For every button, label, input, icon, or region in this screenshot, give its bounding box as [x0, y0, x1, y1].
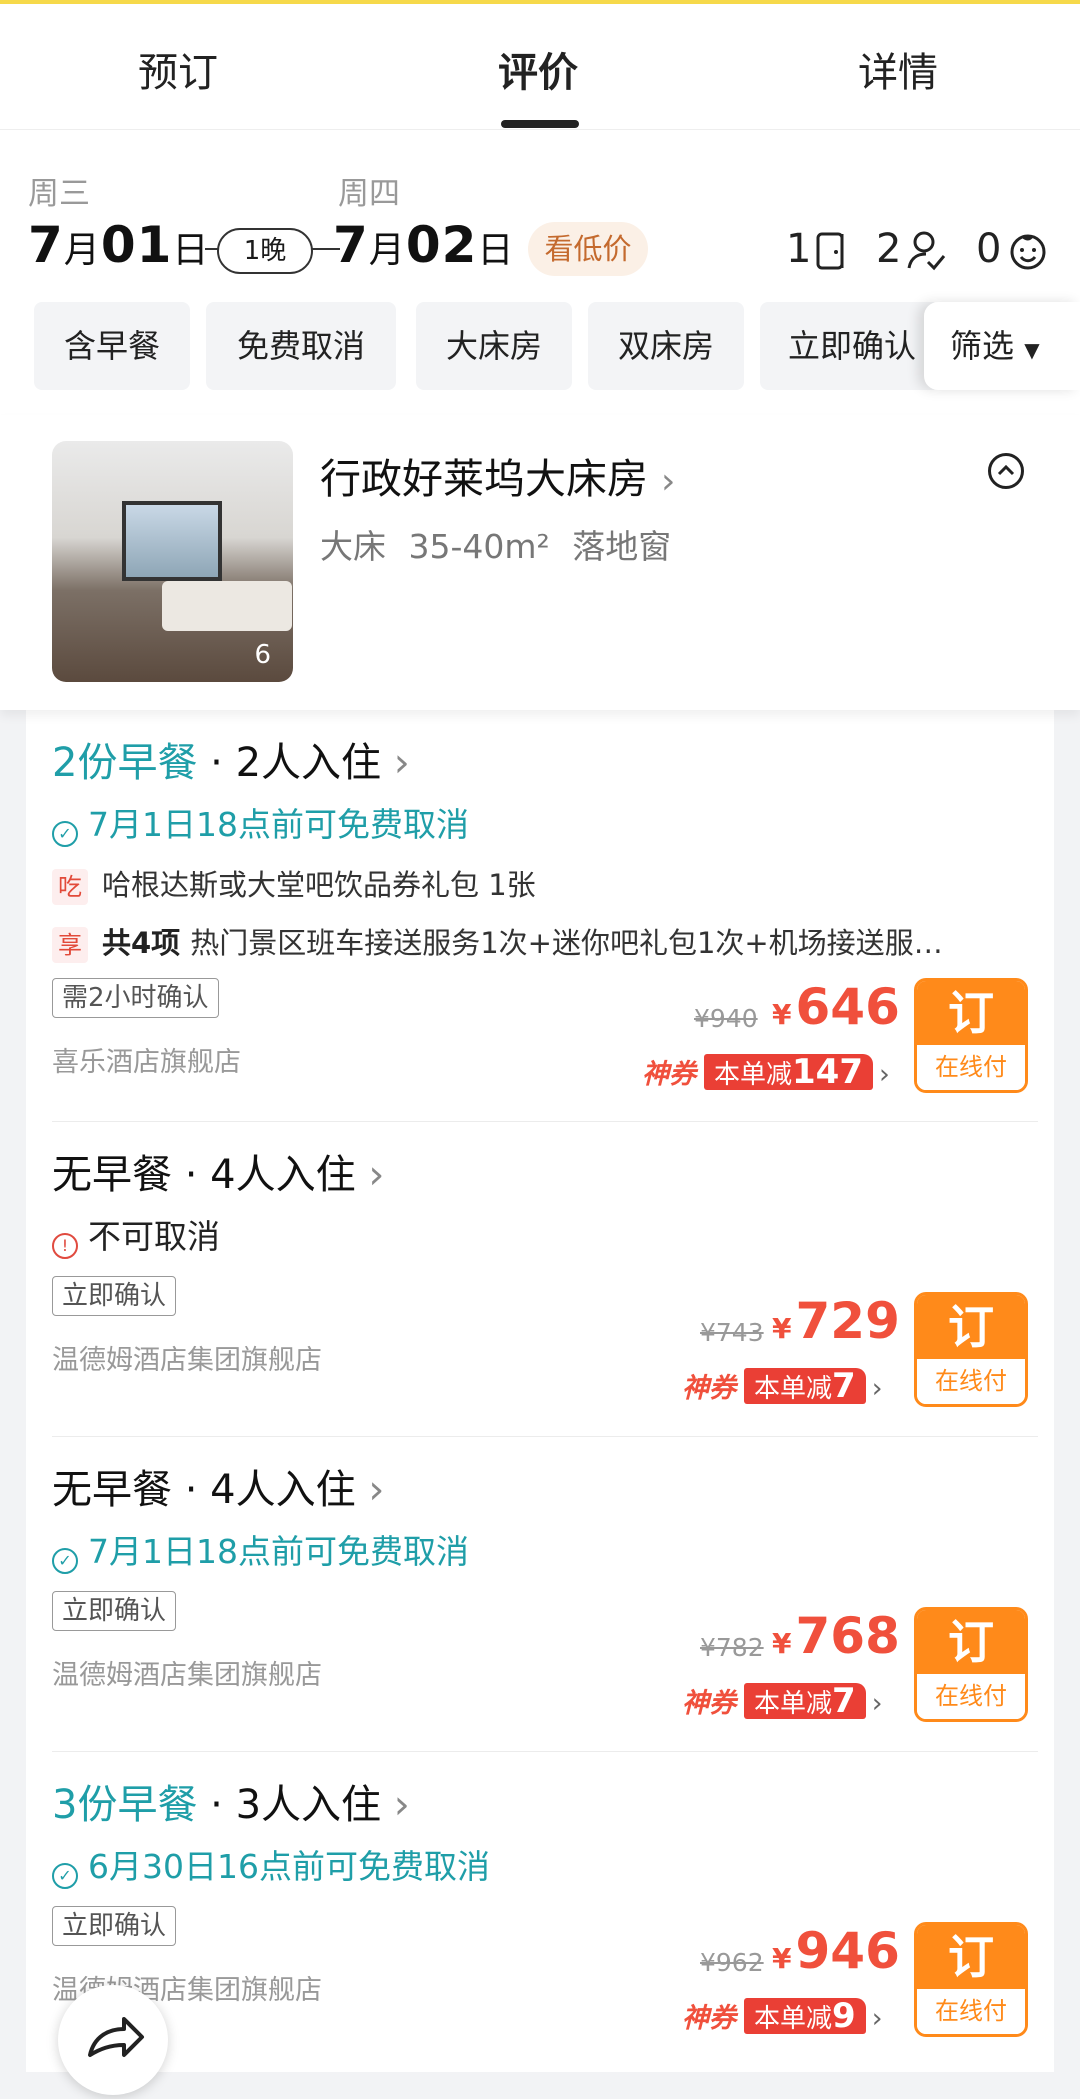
- coupon-discount[interactable]: 神券 本单减147 ›: [642, 1052, 890, 1091]
- offer-card[interactable]: 3份早餐 · 3人入住 › ✓ 6月30日16点前可免费取消 立即确认 温德姆酒店…: [26, 1752, 1054, 2067]
- room-header[interactable]: 6 行政好莱坞大床房 › 大床 35-40m² 落地窗: [0, 415, 1080, 710]
- chevron-right-icon: ›: [661, 461, 676, 502]
- chevron-right-icon: ›: [871, 1373, 883, 1404]
- book-button[interactable]: 订在线付: [914, 1292, 1028, 1407]
- share-button[interactable]: [58, 1985, 168, 2095]
- filter-king-bed[interactable]: 大床房: [416, 302, 572, 390]
- tab-reviews[interactable]: 评价: [498, 40, 578, 98]
- room-photo[interactable]: 6: [52, 441, 293, 682]
- chevron-right-icon: ›: [871, 1688, 883, 1719]
- book-button[interactable]: 订在线付: [914, 978, 1028, 1093]
- seller-name: 温德姆酒店集团旗舰店: [52, 1660, 322, 1691]
- offer-title[interactable]: 无早餐 · 4人入住 ›: [52, 1457, 384, 1515]
- chevron-right-icon: ›: [393, 1782, 410, 1828]
- seller-name: 喜乐酒店旗舰店: [52, 1047, 241, 1078]
- seller-name: 温德姆酒店集团旗舰店: [52, 1345, 322, 1376]
- checkin-date[interactable]: 7月01日: [28, 216, 209, 274]
- filter-twin-bed[interactable]: 双床房: [588, 302, 744, 390]
- cancel-policy: ✓ 6月30日16点前可免费取消: [52, 1840, 490, 1889]
- check-circle-icon: ✓: [52, 1863, 78, 1889]
- adult-count[interactable]: 2: [876, 226, 901, 272]
- collapse-icon[interactable]: [988, 453, 1024, 489]
- filter-button[interactable]: 筛选 ▼: [924, 302, 1080, 390]
- offer-title[interactable]: 3份早餐 · 3人入住 ›: [52, 1772, 410, 1830]
- chevron-right-icon: ›: [368, 1467, 385, 1513]
- cancel-policy: ✓ 7月1日18点前可免费取消: [52, 1525, 469, 1574]
- room-photo-window: [122, 501, 222, 581]
- low-price-button[interactable]: 看低价: [528, 222, 648, 276]
- filter-free-cancel[interactable]: 免费取消: [206, 302, 396, 390]
- check-circle-icon: ✓: [52, 821, 78, 847]
- door-icon: [816, 232, 844, 270]
- chevron-right-icon: ›: [393, 740, 410, 786]
- perk-dining: 吃哈根达斯或大堂吧饮品券礼包 1张: [52, 862, 536, 905]
- current-price: ¥946: [772, 1922, 900, 1980]
- original-price: ¥962: [700, 1948, 764, 1977]
- cancel-policy: ! 不可取消: [52, 1210, 220, 1259]
- original-price: ¥782: [700, 1633, 764, 1662]
- warning-circle-icon: !: [52, 1233, 78, 1259]
- checkout-weekday: 周四: [338, 176, 400, 212]
- book-button[interactable]: 订在线付: [914, 1607, 1028, 1722]
- original-price: ¥940: [694, 1004, 758, 1033]
- chevron-right-icon: ›: [879, 1059, 890, 1090]
- cancel-policy: ✓ 7月1日18点前可免费取消: [52, 798, 469, 847]
- coupon-discount[interactable]: 神券 本单减7 ›: [682, 1681, 883, 1720]
- photo-count: 6: [254, 640, 271, 670]
- current-price: ¥729: [772, 1292, 900, 1350]
- tab-details[interactable]: 详情: [858, 40, 938, 98]
- nights-badge: 1晚: [217, 228, 313, 274]
- tab-bar: 预订 评价 详情: [0, 4, 1080, 130]
- perk-extras: 享共4项 热门景区班车接送服务1次+迷你吧礼包1次+机场接送服…: [52, 920, 943, 963]
- offer-card[interactable]: 无早餐 · 4人入住 › ✓ 7月1日18点前可免费取消 立即确认 温德姆酒店集团…: [26, 1437, 1054, 1752]
- child-count[interactable]: 0: [976, 226, 1001, 272]
- room-count[interactable]: 1: [786, 226, 811, 272]
- chevron-right-icon: ›: [871, 2003, 883, 2034]
- filter-breakfast[interactable]: 含早餐: [34, 302, 190, 390]
- dropdown-caret-icon: ▼: [1024, 338, 1040, 362]
- confirm-badge: 需2小时确认: [52, 978, 219, 1018]
- filter-instant-confirm[interactable]: 立即确认: [760, 302, 940, 390]
- coupon-discount[interactable]: 神券 本单减7 ›: [682, 1366, 883, 1405]
- share-icon: [88, 2017, 144, 2057]
- offer-card[interactable]: 2份早餐 · 2人入住 › ✓ 7月1日18点前可免费取消 吃哈根达斯或大堂吧饮品…: [26, 710, 1054, 1122]
- confirm-badge: 立即确认: [52, 1906, 177, 1946]
- active-tab-indicator: [501, 120, 579, 128]
- offer-list: 2份早餐 · 2人入住 › ✓ 7月1日18点前可免费取消 吃哈根达斯或大堂吧饮品…: [26, 710, 1054, 2072]
- current-price: ¥768: [772, 1607, 900, 1665]
- perk-tag: 享: [52, 927, 88, 963]
- room-title[interactable]: 行政好莱坞大床房 ›: [320, 445, 675, 505]
- confirm-badge: 立即确认: [52, 1276, 177, 1316]
- current-price: ¥646: [772, 978, 900, 1036]
- checkin-weekday: 周三: [28, 176, 90, 212]
- tab-booking[interactable]: 预订: [138, 40, 218, 98]
- perk-tag: 吃: [52, 869, 88, 905]
- original-price: ¥743: [700, 1318, 764, 1347]
- checkout-date[interactable]: 7月02日: [333, 216, 514, 274]
- room-photo-bed: [162, 581, 292, 631]
- date-guest-bar[interactable]: 周三 周四 7月01日 1晚 7月02日 看低价 1 2 0: [0, 130, 1080, 290]
- filter-label: 筛选: [950, 327, 1015, 365]
- filter-chip-bar: 含早餐 免费取消 大床房 双床房 立即确认 筛选 ▼: [0, 290, 1080, 415]
- book-button[interactable]: 订在线付: [914, 1922, 1028, 2037]
- check-circle-icon: ✓: [52, 1548, 78, 1574]
- offer-title[interactable]: 无早餐 · 4人入住 ›: [52, 1142, 384, 1200]
- confirm-badge: 立即确认: [52, 1591, 177, 1631]
- child-icon: [1010, 234, 1046, 270]
- adult-icon: [907, 231, 946, 271]
- coupon-discount[interactable]: 神券 本单减9 ›: [682, 1996, 883, 2035]
- room-attributes: 大床 35-40m² 落地窗: [320, 527, 672, 566]
- offer-title[interactable]: 2份早餐 · 2人入住 ›: [52, 730, 410, 788]
- offer-card[interactable]: 无早餐 · 4人入住 › ! 不可取消 立即确认 温德姆酒店集团旗舰店 ¥743 …: [26, 1122, 1054, 1437]
- chevron-right-icon: ›: [368, 1152, 385, 1198]
